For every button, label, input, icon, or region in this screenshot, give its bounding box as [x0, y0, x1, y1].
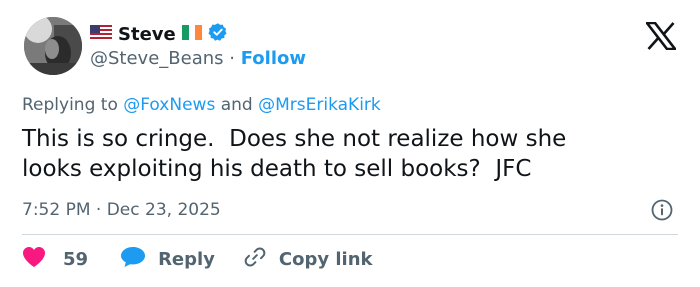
- tweet-timestamp[interactable]: 7:52 PM · Dec 23, 2025: [22, 199, 221, 221]
- tweet-text: This is so cringe. Does she not realize …: [22, 124, 682, 184]
- tweet-text-line: looks exploiting his death to sell books…: [22, 156, 532, 182]
- follow-button[interactable]: Follow: [241, 48, 306, 69]
- author-name-row: Steve: [90, 22, 228, 48]
- copy-link-label: Copy link: [278, 249, 373, 270]
- like-count: 59: [63, 249, 89, 270]
- verified-badge-icon: [208, 22, 228, 48]
- ireland-flag-icon: [181, 24, 202, 46]
- avatar[interactable]: [24, 17, 82, 75]
- author-handle-row: @Steve_Beans · Follow: [90, 48, 306, 70]
- tweet-date: Dec 23, 2025: [106, 200, 221, 220]
- separator-dot: ·: [229, 48, 235, 69]
- copy-link-button[interactable]: Copy link: [243, 245, 373, 276]
- author-handle[interactable]: @Steve_Beans: [90, 48, 224, 69]
- divider: [22, 234, 678, 235]
- mention-link[interactable]: @MrsErikaKirk: [258, 95, 381, 115]
- tweet-time: 7:52 PM: [22, 200, 91, 220]
- tweet-text-line: This is so cringe. Does she not realize …: [22, 126, 567, 152]
- link-icon: [243, 245, 267, 276]
- heart-icon: [22, 246, 46, 275]
- mention-link[interactable]: @FoxNews: [123, 95, 215, 115]
- x-logo-icon[interactable]: [644, 21, 678, 51]
- reply-bubble-icon: [120, 246, 146, 275]
- reply-label: Reply: [158, 249, 215, 270]
- tweet-actions: 59 Reply Copy link: [22, 246, 373, 275]
- like-button[interactable]: 59: [22, 246, 88, 275]
- replying-to-line: Replying to @FoxNews and @MrsErikaKirk: [22, 94, 381, 116]
- meta-separator: ·: [95, 200, 102, 220]
- info-icon[interactable]: [651, 199, 673, 221]
- reply-button[interactable]: Reply: [120, 246, 215, 275]
- replying-prefix: Replying to: [22, 95, 118, 115]
- avatar-image: [24, 17, 82, 75]
- author-display-name[interactable]: Steve: [118, 24, 176, 46]
- us-flag-icon: [90, 24, 112, 46]
- replying-joiner: and: [220, 95, 253, 115]
